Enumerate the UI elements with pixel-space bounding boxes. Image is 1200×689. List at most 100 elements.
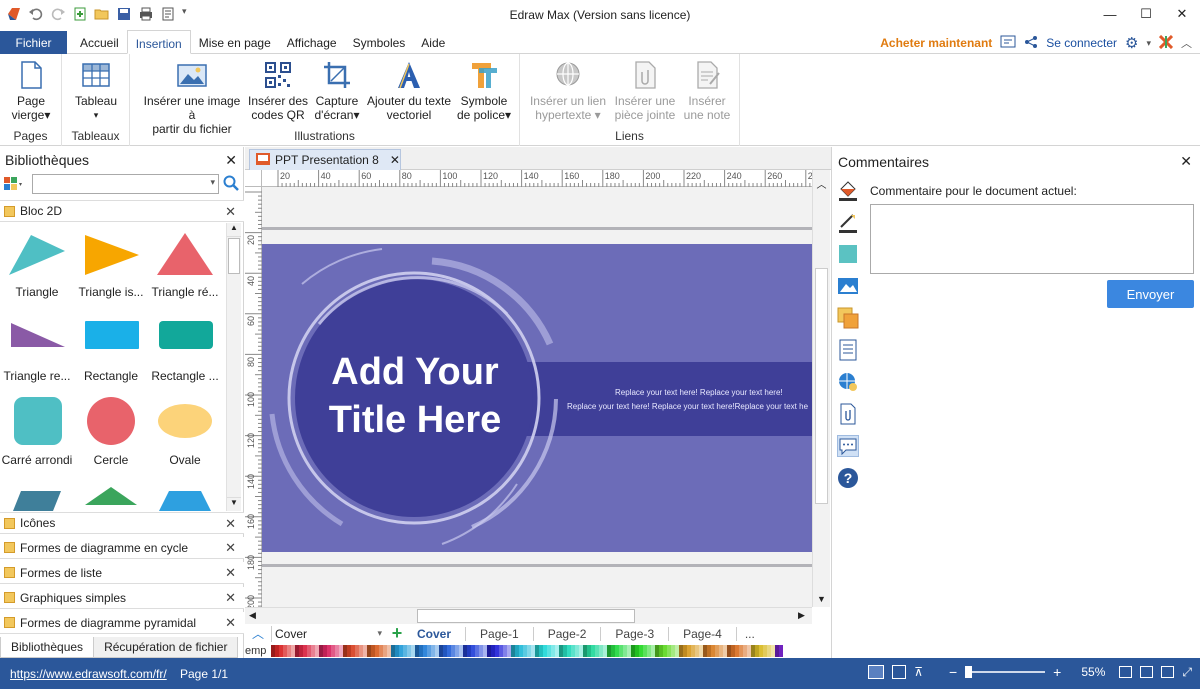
add-page-icon[interactable]: + [385,623,409,644]
tab-mise-en-page[interactable]: Mise en page [191,30,279,54]
settings-dropdown-icon[interactable]: ▾ [1146,38,1151,49]
help-icon[interactable]: ? [837,467,859,489]
table-button[interactable]: Tableau ▾ [70,60,122,122]
page-tab-1[interactable]: Page-1 [466,626,534,641]
page-selector[interactable]: Cover ▾ [271,625,385,642]
website-link[interactable]: https://www.edrawsoft.com/fr/ [10,667,167,681]
fill-bucket-icon[interactable] [837,179,859,201]
color-swatch[interactable] [779,644,783,657]
canvas-scroll-thumb[interactable] [815,268,828,504]
scroll-up-icon[interactable]: ▲ [227,223,241,237]
login-link[interactable]: Se connecter [1046,36,1117,50]
attachment-panel-icon[interactable] [837,403,859,425]
shape-triangle[interactable]: Triangle [0,223,74,303]
library-scroll-thumb[interactable] [228,238,240,274]
zoom-level[interactable]: 55% [1081,665,1105,679]
settings-gear-icon[interactable]: ⚙ [1125,34,1138,52]
category-pyramid[interactable]: Formes de diagramme pyramidal ✕ [0,612,244,634]
library-menu-icon[interactable] [4,176,24,195]
tab-aide[interactable]: Aide [413,30,453,54]
layers-icon[interactable] [837,307,859,329]
shape-rectangle[interactable]: Rectangle [74,307,148,387]
zoom-slider-thumb[interactable] [965,666,973,678]
zoom-in-icon[interactable]: + [1053,664,1061,680]
scroll-right-icon[interactable]: ▶ [798,610,805,621]
tab-affichage[interactable]: Affichage [279,30,345,54]
fit-page-icon[interactable] [1119,666,1133,678]
canvas-horizontal-scrollbar[interactable]: ◀ ▶ [245,607,812,624]
comments-panel-icon[interactable] [837,435,859,457]
edraw-theme-icon[interactable] [1158,34,1174,52]
line-style-icon[interactable] [837,211,859,233]
shadow-icon[interactable] [837,243,859,265]
tab-insertion[interactable]: Insertion [126,30,191,54]
presentation-slide[interactable]: Add Your Title Here Replace your text he… [262,244,812,552]
close-category-icon[interactable]: ✕ [225,615,236,631]
shape-parallelogram[interactable] [0,475,74,511]
buy-now-link[interactable]: Acheter maintenant [880,36,992,50]
maximize-icon[interactable]: ☐ [1128,0,1164,28]
page-view-icon[interactable] [892,665,907,679]
tab-file-recovery[interactable]: Récupération de fichier [94,637,239,658]
tab-accueil[interactable]: Accueil [72,30,127,54]
image-panel-icon[interactable] [837,275,859,297]
canvas-scroll-down-icon[interactable]: ▼ [813,594,830,604]
scroll-down-icon[interactable]: ▼ [227,497,241,511]
library-search-input[interactable]: ▾ [32,174,219,194]
full-screen-icon[interactable] [1161,666,1175,678]
qr-code-button[interactable]: Insérer des codes QR [247,60,309,122]
expand-icon[interactable]: ⤢ [1182,665,1192,680]
tab-libraries[interactable]: Bibliothèques [0,637,95,658]
normal-view-icon[interactable] [868,665,885,679]
canvas-vertical-scrollbar[interactable]: ︿ ▼ [812,170,830,607]
search-dropdown-icon[interactable]: ▾ [210,177,215,188]
zoom-out-icon[interactable]: − [949,664,957,680]
slide-body-text[interactable]: Replace your text here! Replace your tex… [567,386,812,414]
drawing-canvas[interactable]: Add Your Title Here Replace your text he… [262,187,812,607]
shape-oval[interactable]: Ovale [148,391,222,471]
hyperlink-button[interactable]: Insérer un lien hypertexte ▾ [526,60,610,122]
library-scrollbar[interactable]: ▲ ▼ [226,223,241,511]
page-tab-4[interactable]: Page-4 [669,626,737,641]
close-category-icon[interactable]: ✕ [225,516,236,532]
font-symbol-button[interactable]: Symbole de police▾ [456,60,512,122]
hyperlink-panel-icon[interactable] [837,371,859,393]
category-cycle[interactable]: Formes de diagramme en cycle ✕ [0,537,244,559]
close-comments-icon[interactable]: ✕ [1180,153,1192,170]
shape-trapezoid[interactable] [148,475,222,511]
tab-symboles[interactable]: Symboles [345,30,414,54]
attachment-button[interactable]: Insérer une pièce jointe [612,60,678,122]
shape-right-triangle[interactable]: Triangle re... [0,307,74,387]
page-tab-cover[interactable]: Cover [409,626,467,641]
category-bloc-2d[interactable]: Bloc 2D ✕ [0,200,244,222]
file-menu[interactable]: Fichier [0,31,67,54]
category-list[interactable]: Formes de liste ✕ [0,562,244,584]
close-window-icon[interactable]: ✕ [1164,0,1200,28]
slide-title[interactable]: Add Your Title Here [302,348,528,444]
close-libraries-icon[interactable]: ✕ [225,152,237,169]
scroll-left-icon[interactable]: ◀ [249,610,256,621]
canvas-hscroll-thumb[interactable] [417,609,635,623]
collapse-panel-icon[interactable]: ︿ [813,176,830,191]
close-category-icon[interactable]: ✕ [225,565,236,581]
vector-text-button[interactable]: Ajouter du texte vectoriel [366,60,452,122]
shape-circle[interactable]: Cercle [74,391,148,471]
feedback-icon[interactable] [1000,35,1016,52]
page-tab-3[interactable]: Page-3 [601,626,670,641]
shape-regular-triangle[interactable]: Triangle ré... [148,223,222,303]
close-category-icon[interactable]: ✕ [225,204,236,220]
fit-width-icon[interactable] [1140,666,1154,678]
presentation-view-icon[interactable]: ⊼ [914,665,923,679]
page-tab-2[interactable]: Page-2 [534,626,602,641]
share-icon[interactable] [1024,35,1038,52]
page-tab-more[interactable]: ... [737,627,763,641]
note-button[interactable]: Insérer une note [680,60,734,122]
category-simple-charts[interactable]: Graphiques simples ✕ [0,587,244,609]
zoom-slider[interactable] [965,666,1046,678]
shape-rounded-rectangle[interactable]: Rectangle ... [148,307,222,387]
search-icon[interactable] [223,175,239,194]
document-tab[interactable]: PPT Presentation 8 ✕ [249,149,401,170]
comment-input[interactable] [870,204,1194,274]
screen-capture-button[interactable]: Capture d'écran▾ [310,60,364,122]
shape-rounded-square[interactable]: Carré arrondi [0,391,74,471]
